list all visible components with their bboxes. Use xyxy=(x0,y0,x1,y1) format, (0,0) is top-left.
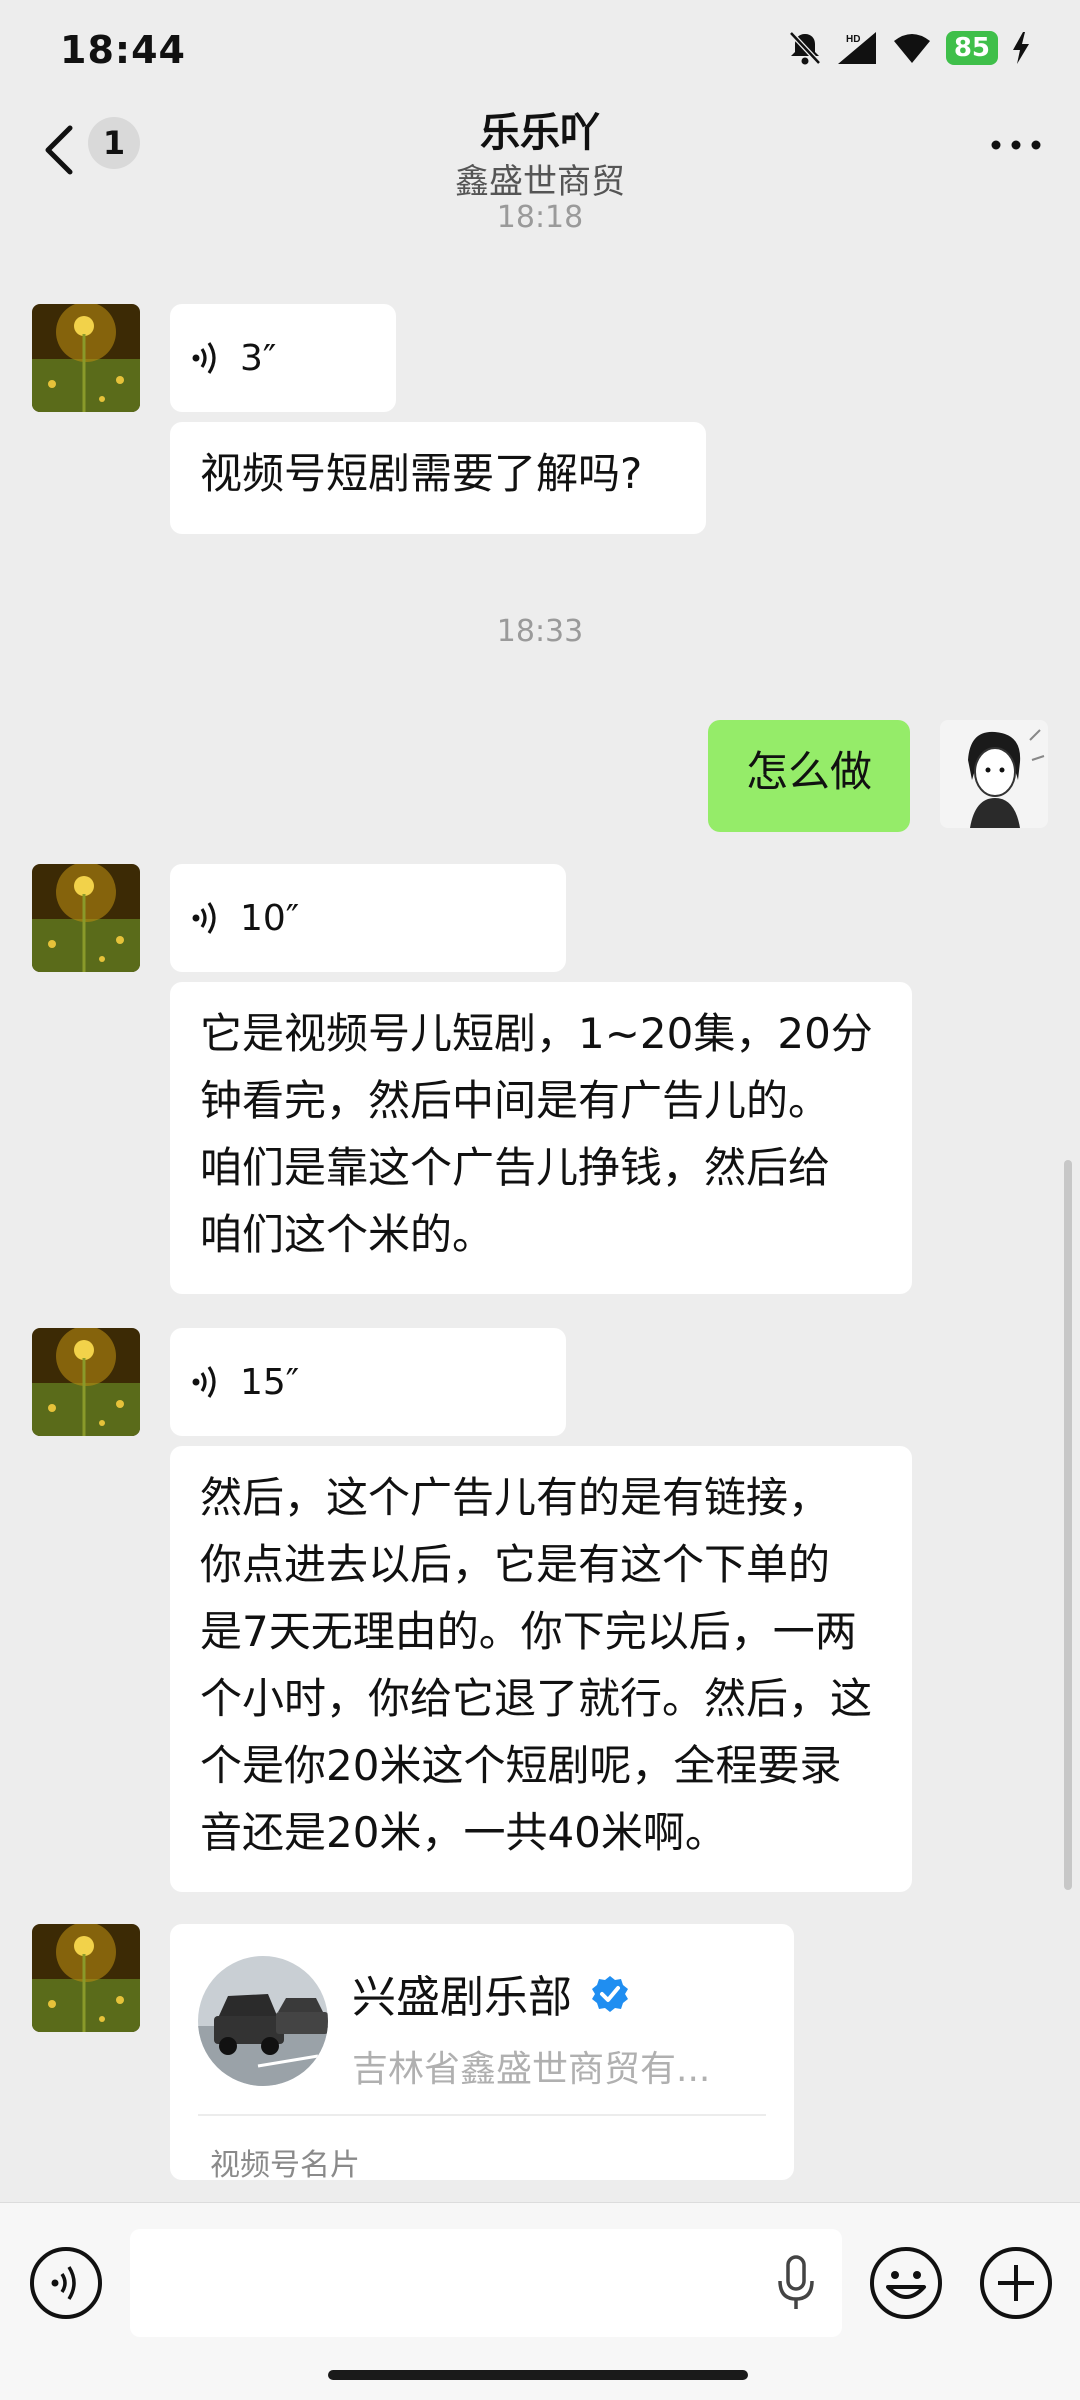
emoji-icon[interactable] xyxy=(868,2245,944,2321)
card-description: 吉林省鑫盛世商贸有... xyxy=(352,2049,711,2090)
message-line: 你点进去以后，它是有这个下单的 xyxy=(200,1540,831,1589)
verified-badge-icon xyxy=(592,1976,628,2012)
voice-message[interactable]: 3″ xyxy=(170,304,396,412)
home-indicator[interactable] xyxy=(328,2370,748,2380)
card-type-label: 视频号名片 xyxy=(210,2148,360,2183)
svg-text:HD: HD xyxy=(846,34,860,45)
chat-title: 乐乐吖 xyxy=(480,110,600,156)
my-avatar[interactable] xyxy=(940,720,1048,828)
status-bar: 18:44 HD 85 xyxy=(0,0,1080,100)
voice-duration: 15″ xyxy=(240,1361,300,1403)
message-bubble[interactable]: 视频号短剧需要了解吗? xyxy=(170,422,706,534)
voice-wave-icon xyxy=(192,1366,216,1398)
my-message-bubble[interactable]: 怎么做 xyxy=(708,720,910,832)
channel-card[interactable]: 兴盛剧乐部 吉林省鑫盛世商贸有... 视频号名片 xyxy=(170,1924,794,2183)
chat-subtitle: 鑫盛世商贸 xyxy=(455,162,625,202)
message-bubble[interactable]: 然后，这个广告儿有的是有链接， 你点进去以后，它是有这个下单的 是7天无理由的。… xyxy=(170,1446,912,1892)
voice-message[interactable]: 10″ xyxy=(170,864,566,972)
message-line: 咱们这个米的。 xyxy=(200,1210,495,1259)
voice-message[interactable]: 15″ xyxy=(170,1328,566,1436)
card-divider xyxy=(198,2114,766,2116)
contact-avatar[interactable] xyxy=(32,304,140,412)
status-time: 18:44 xyxy=(60,28,186,72)
message-line: 然后，这个广告儿有的是有链接， xyxy=(200,1473,831,1522)
mute-bell-icon xyxy=(788,31,821,65)
message-line: 是7天无理由的。你下完以后，一两 xyxy=(200,1607,857,1656)
message-text: 怎么做 xyxy=(745,747,872,796)
message-text: 视频号短剧需要了解吗? xyxy=(200,449,643,498)
message-line: 咱们是靠这个广告儿挣钱，然后给 xyxy=(200,1143,831,1192)
card-name: 兴盛剧乐部 xyxy=(352,1972,572,2023)
message-line: 音还是20米，一共40米啊。 xyxy=(200,1808,727,1857)
add-more-icon[interactable] xyxy=(978,2245,1054,2321)
timestamp: 18:18 xyxy=(496,200,584,235)
timestamp: 18:33 xyxy=(496,614,584,649)
message-input[interactable] xyxy=(130,2229,842,2337)
message-bubble[interactable]: 它是视频号儿短剧，1~20集，20分 钟看完，然后中间是有广告儿的。 咱们是靠这… xyxy=(170,982,912,1294)
contact-avatar[interactable] xyxy=(32,1328,140,1436)
more-options-icon[interactable] xyxy=(988,130,1044,160)
microphone-icon[interactable] xyxy=(776,2255,816,2311)
signal-icon: HD xyxy=(837,32,876,64)
message-line: 个小时，你给它退了就行。然后，这 xyxy=(200,1674,873,1723)
message-line: 钟看完，然后中间是有广告儿的。 xyxy=(200,1076,831,1125)
voice-input-toggle-icon[interactable] xyxy=(28,2245,104,2321)
voice-wave-icon xyxy=(192,342,216,374)
wifi-icon xyxy=(893,34,930,63)
contact-avatar[interactable] xyxy=(32,1924,140,2032)
voice-duration: 10″ xyxy=(240,897,300,939)
contact-avatar[interactable] xyxy=(32,864,140,972)
voice-wave-icon xyxy=(192,902,216,934)
card-avatar xyxy=(198,1956,328,2086)
battery-indicator: 85 xyxy=(945,31,998,65)
message-line: 个是你20米这个短剧呢，全程要录 xyxy=(200,1741,842,1790)
status-icons: HD 85 xyxy=(788,30,1030,66)
charging-icon xyxy=(1013,32,1029,64)
scrollbar[interactable] xyxy=(1064,1160,1072,1890)
message-line: 它是视频号儿短剧，1~20集，20分 xyxy=(200,1009,873,1058)
chat-header: 1 乐乐吖 鑫盛世商贸 xyxy=(0,100,1080,210)
voice-duration: 3″ xyxy=(240,337,277,379)
